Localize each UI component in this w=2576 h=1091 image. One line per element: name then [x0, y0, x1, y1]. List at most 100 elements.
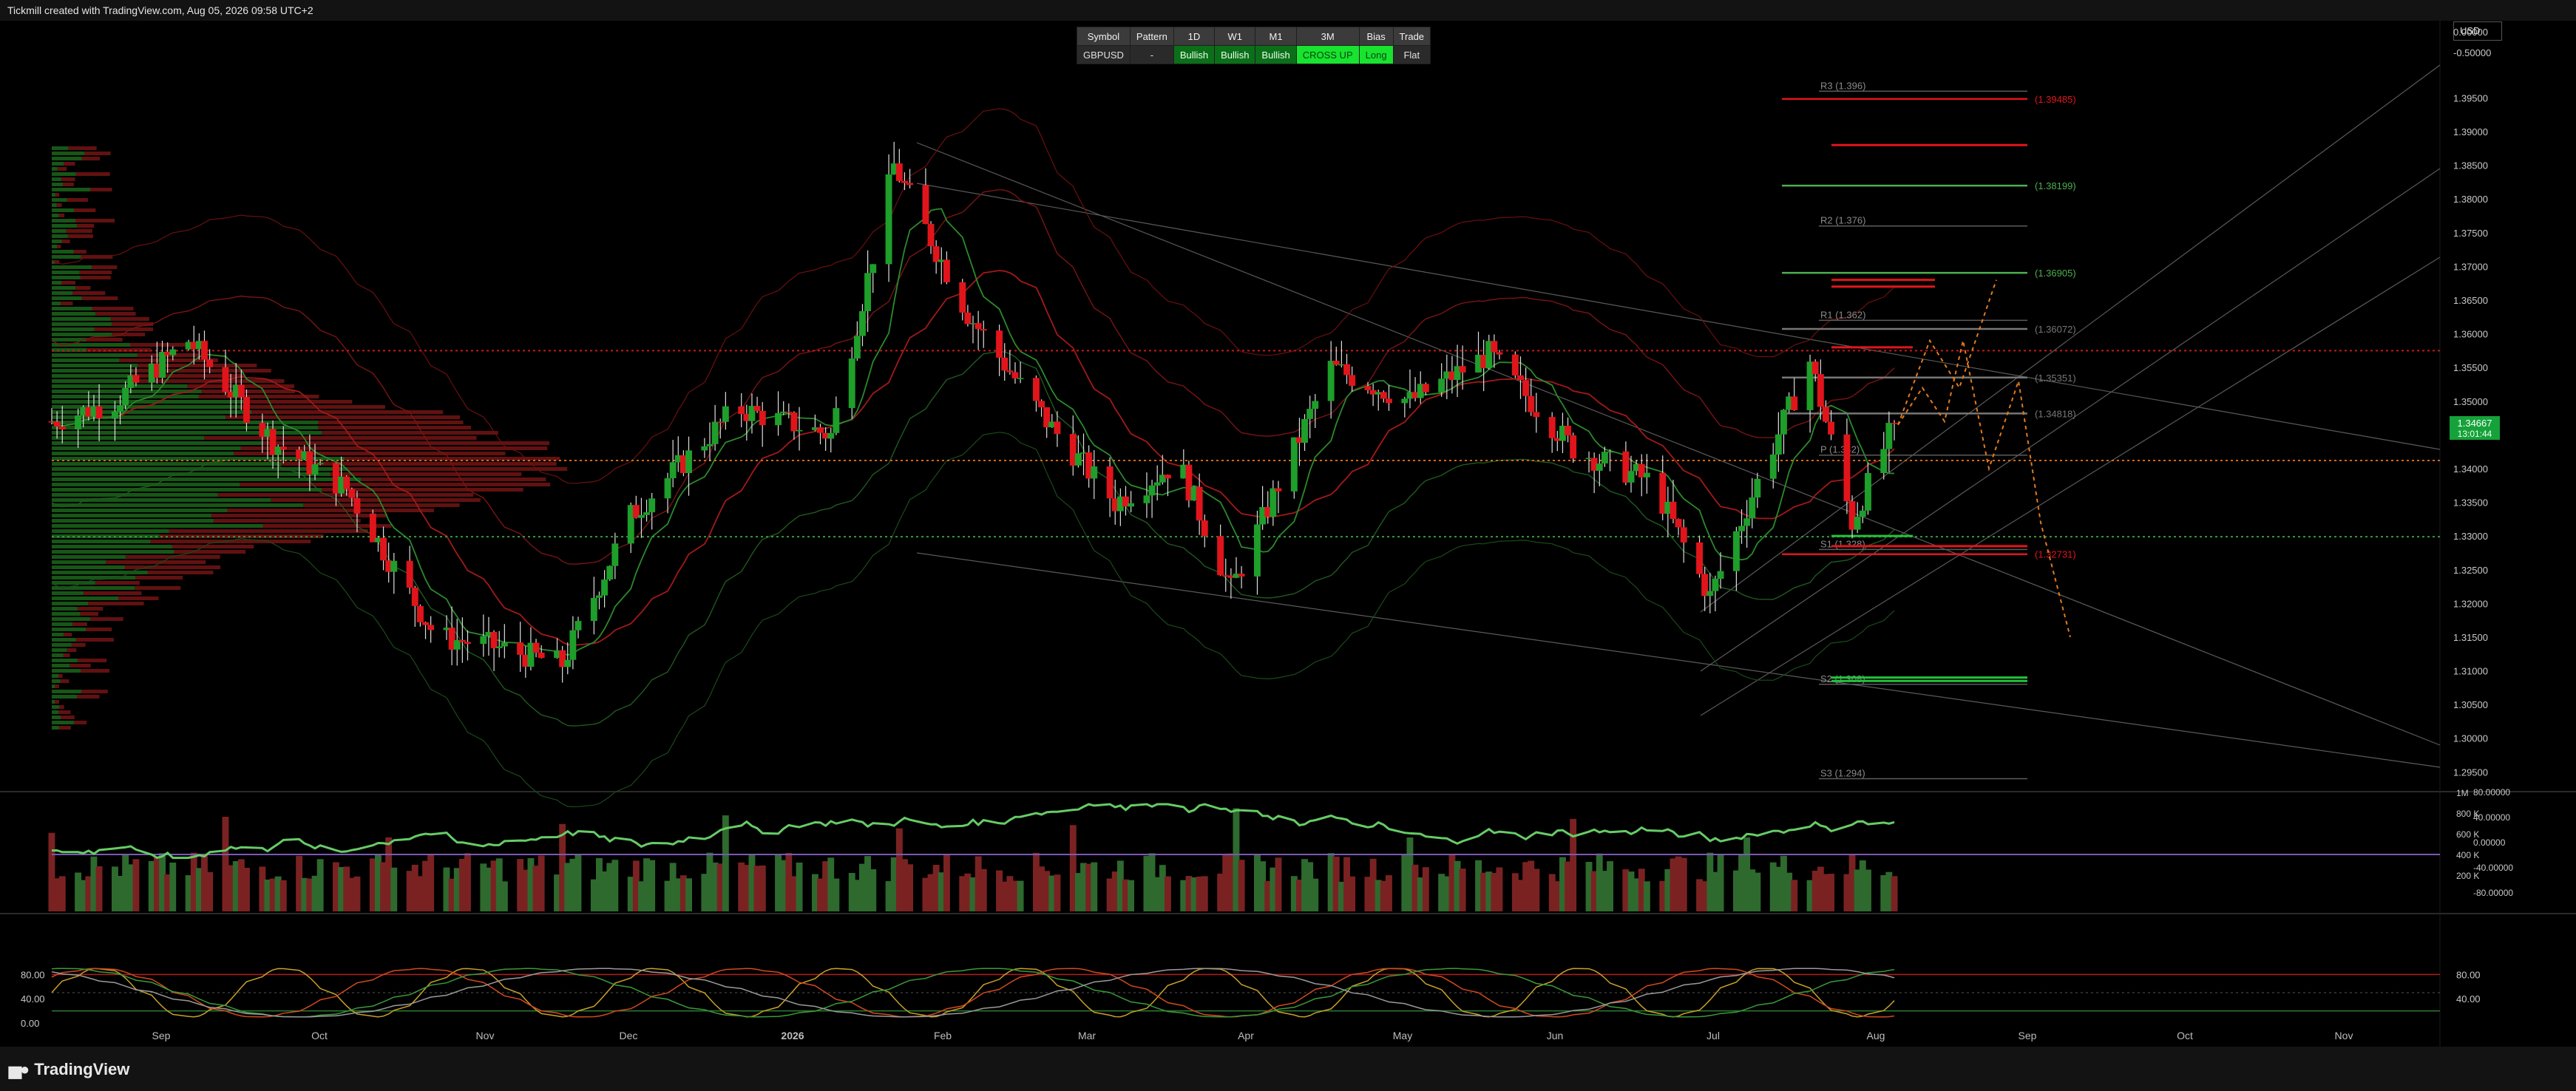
profile-bar-sell	[63, 653, 70, 657]
volume-bar	[870, 869, 877, 911]
profile-bar-buy	[52, 597, 118, 600]
profile-bar-sell	[64, 162, 75, 166]
profile-bar-sell	[240, 446, 548, 450]
profile-bar-sell	[77, 695, 100, 699]
candle-body	[1459, 366, 1466, 373]
price-axis[interactable]: 1.39500 1.39000 1.38500 1.38000 1.37500 1.370…	[2453, 27, 2491, 778]
profile-bar-sell	[73, 250, 87, 254]
candle-body	[569, 630, 577, 660]
candle-body	[1275, 488, 1282, 492]
volume-bar	[464, 853, 471, 911]
candle-body	[1148, 485, 1156, 496]
pivot-label: P (1.342)	[1820, 444, 1860, 455]
chart-area[interactable]: R3 (1.396) R2 (1.376) R1 (1.362) P (1.342) S…	[0, 21, 2576, 1047]
profile-bar-buy	[52, 721, 75, 724]
profile-bar-buy	[52, 177, 61, 181]
profile-bar-sell	[106, 560, 206, 564]
candle-body	[1106, 466, 1114, 499]
time-tick-label: Nov	[476, 1030, 495, 1041]
volume-bar	[1165, 876, 1171, 911]
trend-line	[1700, 168, 2441, 672]
profile-bar-buy	[52, 193, 55, 197]
volume-bar	[1865, 869, 1871, 911]
candle-body	[701, 446, 708, 451]
profile-bar-buy	[52, 446, 241, 450]
profile-bar-buy	[52, 560, 106, 564]
profile-bar-sell	[86, 628, 112, 631]
volume-bar	[1054, 874, 1061, 911]
volume-bar	[759, 865, 766, 911]
profile-bar-buy	[52, 488, 322, 492]
candle-body	[716, 421, 724, 423]
profile-bar-sell	[84, 591, 142, 595]
candle-body	[1349, 375, 1356, 387]
profile-bar-buy	[52, 462, 282, 466]
profile-bar-sell	[174, 550, 246, 554]
candle-body	[390, 560, 398, 572]
volume-bar	[1091, 862, 1098, 911]
candle-body	[1775, 434, 1782, 455]
price-tick-label: 1.36500	[2453, 295, 2488, 306]
candle-body	[1238, 574, 1245, 577]
volume-tick-label: 1M	[2456, 788, 2469, 798]
profile-bar-sell	[55, 193, 59, 197]
candle-body	[1496, 352, 1503, 355]
profile-bar-sell	[79, 271, 112, 274]
band-line	[51, 188, 1895, 565]
volume-bar	[279, 880, 287, 911]
candle-body	[495, 646, 503, 648]
volume-bar	[906, 864, 913, 911]
candle-body	[895, 163, 903, 181]
profile-bar-buy	[52, 565, 125, 569]
candle-body	[343, 476, 350, 489]
candle-body	[1143, 495, 1150, 503]
profile-bar-buy	[52, 550, 174, 554]
profile-bar-sell	[198, 395, 319, 398]
profile-bar-buy	[52, 643, 72, 647]
profile-bar-sell	[217, 493, 474, 497]
candle-body	[1891, 423, 1898, 424]
profile-bar-sell	[251, 410, 444, 414]
price-tick-label: 1.35500	[2453, 362, 2488, 373]
profile-bar-sell	[86, 338, 123, 341]
candle-body	[1706, 591, 1714, 597]
candle-body	[959, 282, 966, 313]
candle-body	[722, 406, 729, 422]
profile-bar-buy	[52, 555, 126, 559]
candle-body	[538, 652, 545, 659]
tradingview-logo[interactable]: ▅● TradingView	[9, 1060, 129, 1079]
price-tick-label: 1.37000	[2453, 261, 2488, 272]
volume-bar	[243, 868, 250, 911]
volume-bar	[1828, 874, 1834, 911]
price-tick-label: 1.32500	[2453, 565, 2488, 576]
time-axis[interactable]: Sep Oct Nov Dec 2026 Feb Mar Apr May Jun Jul Aug Sep…	[152, 1030, 2353, 1041]
volume-bar	[353, 876, 361, 911]
candle-body	[922, 185, 929, 224]
volume-bar	[95, 866, 103, 911]
profile-bar-buy	[52, 333, 112, 336]
volume-bar	[206, 871, 214, 911]
candle-body	[606, 565, 614, 580]
candle-body	[833, 408, 840, 433]
volume-bar	[611, 860, 619, 911]
volume-bar	[1238, 860, 1245, 911]
candle-body	[1201, 520, 1208, 537]
price-level-label: (1.34818)	[2035, 408, 2076, 419]
profile-bar-buy	[52, 255, 81, 259]
profile-bar-buy	[52, 628, 87, 631]
price-tick-label: 1.38500	[2453, 160, 2488, 171]
profile-bar-buy	[52, 545, 172, 548]
candle-body	[706, 443, 714, 446]
profile-bar-sell	[56, 203, 62, 207]
profile-bar-buy	[52, 426, 319, 429]
profile-bar-buy	[52, 622, 72, 626]
candle-body	[564, 659, 572, 667]
candle-body	[643, 512, 650, 515]
candle-body	[1422, 384, 1429, 392]
profile-bar-buy	[52, 229, 67, 233]
price-tick-label: 1.36000	[2453, 329, 2488, 340]
volume-bar	[132, 859, 140, 911]
profile-bar-sell	[72, 622, 87, 626]
profile-bar-sell	[61, 239, 70, 243]
profile-bar-buy	[52, 653, 64, 657]
